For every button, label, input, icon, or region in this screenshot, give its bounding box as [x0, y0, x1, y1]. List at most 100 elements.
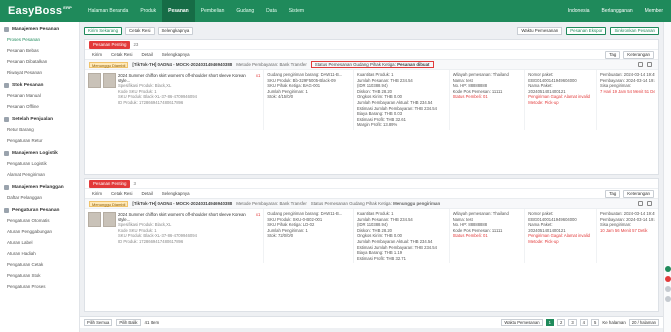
nav-item-data[interactable]: Data [260, 0, 283, 22]
action-selengkapnya[interactable]: Selengkapnya [159, 190, 193, 197]
product-title[interactable]: 2024 Summer chiffon skirt women's off-sh… [118, 212, 250, 222]
sidebar-item[interactable]: Aturan Hadiah [0, 248, 79, 259]
group-action-bar: Kirim Cetak Resi Detail Selengkapnya Tag Kete… [85, 188, 658, 198]
product-thumbnail[interactable] [88, 73, 101, 88]
nav-item-gudang[interactable]: Gudang [230, 0, 260, 22]
order-group-card: Pesanan Penting 23 Kirim Cetak Resi Detail Se… [84, 39, 659, 175]
group-tag[interactable]: Pesanan Penting [89, 179, 131, 188]
copy-icon[interactable] [647, 201, 652, 206]
action-cetak-resi[interactable]: Cetak Resi [108, 51, 135, 58]
sidebar-group[interactable]: Manajemen Logistik [0, 148, 79, 158]
logo[interactable]: EasyBossERP [0, 5, 82, 17]
warehouse-cell-line: Gudang pengiriman barang: DAW11-B... [267, 211, 343, 216]
print-label-button[interactable]: Cetak Resi [125, 27, 155, 35]
folder-icon [4, 82, 9, 88]
nav-item-pesanan[interactable]: Pesanan [162, 0, 195, 22]
product-title[interactable]: 2024 Summer chiffon skirt women's off-sh… [118, 73, 250, 83]
time-cell: Pembuatan: 2024-03-14 19:45:44Pembayaran… [597, 70, 658, 130]
more-actions-button[interactable]: Selengkapnya [157, 27, 194, 35]
sort-select[interactable]: Waktu Pemesanan [501, 319, 543, 326]
page-4-button[interactable]: 4 [579, 319, 588, 326]
select-all-button[interactable]: Pilih Semua [84, 319, 113, 326]
product-thumbnail[interactable] [88, 212, 101, 227]
goto-label: Ke halaman [602, 320, 626, 325]
notification-icon[interactable] [665, 276, 671, 282]
sidebar-item[interactable]: Aturan Penggabungan [0, 226, 79, 237]
action-kirim[interactable]: Kirim [89, 190, 105, 197]
group-count: 23 [133, 42, 139, 47]
nav-item-halaman-beranda[interactable]: Halaman Beranda [82, 0, 134, 22]
page-2-button[interactable]: 2 [556, 319, 566, 326]
sidebar-item[interactable]: Riwayat Pesanan [0, 67, 79, 78]
ship-now-button[interactable]: Kirim Sekarang [84, 27, 123, 35]
invert-select-button[interactable]: Pilih Balik [116, 319, 141, 326]
action-detail[interactable]: Detail [138, 51, 155, 58]
order-row: Menunggu Diambil [TikTok-TH] 0ADN4 - MOCK… [85, 198, 658, 264]
order-number[interactable]: [TikTok-TH] 0ADN4 - MOCK-202403149469403… [132, 201, 232, 206]
sidebar-group[interactable]: Manajemen Pelanggan [0, 182, 79, 192]
sidebar-item[interactable]: Proses Pesanan [0, 34, 79, 45]
total-count: 41 Item [144, 320, 160, 325]
sidebar-item[interactable]: Pesanan Dibatalkan [0, 56, 79, 67]
sidebar-item[interactable]: Alamat Pengiriman [0, 169, 79, 180]
member-link[interactable]: Member [645, 8, 663, 14]
sidebar-item[interactable]: Pengaturan Stok [0, 270, 79, 281]
action-cetak-resi[interactable]: Cetak Resi [108, 190, 135, 197]
product-thumbnail[interactable] [103, 212, 116, 227]
action-selengkapnya[interactable]: Selengkapnya [159, 51, 193, 58]
export-orders-button[interactable]: Pesanan Ekspor [566, 27, 607, 35]
group-tag[interactable]: Pesanan Penting [89, 40, 131, 49]
sidebar-item[interactable]: Pesanan Manual [0, 90, 79, 101]
warehouse-status: Status Pemesanan Gudang Pihak Ketiga: Pe… [310, 61, 434, 68]
page-1-button[interactable]: 1 [545, 319, 554, 326]
sidebar-item[interactable]: Pengaturan Proses [0, 281, 79, 292]
action-kirim[interactable]: Kirim [89, 51, 105, 58]
sidebar-group[interactable]: Stok Pesanan [0, 80, 79, 90]
nav-item-pembelian[interactable]: Pembelian [195, 0, 231, 22]
help-icon[interactable] [665, 286, 671, 292]
package-cell-line: Metode: Pick-up [528, 99, 559, 105]
print-icon[interactable] [638, 201, 643, 206]
tag-button[interactable]: Tag [605, 189, 621, 198]
keterangan-button[interactable]: Keterangan [623, 50, 654, 59]
nav-item-produk[interactable]: Produk [134, 0, 162, 22]
nav-item-sistem[interactable]: Sistem [283, 0, 310, 22]
tag-button[interactable]: Tag [605, 50, 621, 59]
print-icon[interactable] [638, 62, 643, 67]
sidebar-item[interactable]: Aturan Label [0, 237, 79, 248]
time-filter-select[interactable]: Waktu Pemesanan [517, 27, 563, 35]
subscribe-link[interactable]: Berlangganan [602, 8, 633, 14]
sidebar-group[interactable]: Pengaturan Pesanan [0, 205, 79, 215]
sidebar-group-label: Manajemen Pesanan [12, 26, 60, 32]
sidebar-group[interactable]: Manajemen Pesanan [0, 24, 79, 34]
sidebar-item[interactable]: Daftar Pelanggan [0, 192, 79, 203]
per-page-select[interactable]: 20 / halaman [628, 319, 659, 326]
settings-icon[interactable] [665, 296, 671, 302]
page-5-button[interactable]: 5 [591, 319, 600, 326]
sidebar-item[interactable]: Pengaturan Retur [0, 135, 79, 146]
pagination-bar: Pilih Semua Pilih Balik 41 Item Waktu Pe… [80, 316, 663, 328]
page-3-button[interactable]: 3 [568, 319, 577, 326]
sidebar-item[interactable]: Pesanan Bebas [0, 45, 79, 56]
sidebar-item[interactable]: Pengaturan Logistik [0, 158, 79, 169]
product-thumbnail[interactable] [103, 73, 116, 88]
copy-icon[interactable] [647, 62, 652, 67]
sync-orders-button[interactable]: Sinkronkan Pesanan [610, 27, 659, 35]
sidebar-item[interactable]: Pesanan Offline [0, 101, 79, 112]
product-id: ID Produk: 1728669417480617896 [118, 99, 184, 105]
group-header: Pesanan Penting 23 [85, 40, 658, 49]
sidebar-item[interactable]: Pengaturan Cetak [0, 259, 79, 270]
chat-icon[interactable] [665, 266, 671, 272]
package-cell: Nomor paket: EBG01400141949604000 Nama Pak… [525, 209, 598, 264]
action-detail[interactable]: Detail [138, 190, 155, 197]
sidebar-item[interactable]: Pengaturan Otomatis [0, 215, 79, 226]
folder-icon [4, 150, 9, 156]
sidebar-item[interactable]: Retur Barang [0, 124, 79, 135]
time-cell: Pembuatan: 2024-03-14 19:45:49Pembayaran… [597, 209, 658, 263]
order-toolbar: Kirim Sekarang Cetak Resi Selengkapnya W… [84, 25, 659, 37]
folder-icon [4, 116, 9, 122]
order-number[interactable]: [TikTok-TH] 0ADN4 - MOCK-202403149469403… [132, 62, 232, 67]
language-selector[interactable]: Indonesia [568, 8, 590, 14]
keterangan-button[interactable]: Keterangan [623, 189, 654, 198]
sidebar-group[interactable]: Setelah Penjualan [0, 114, 79, 124]
